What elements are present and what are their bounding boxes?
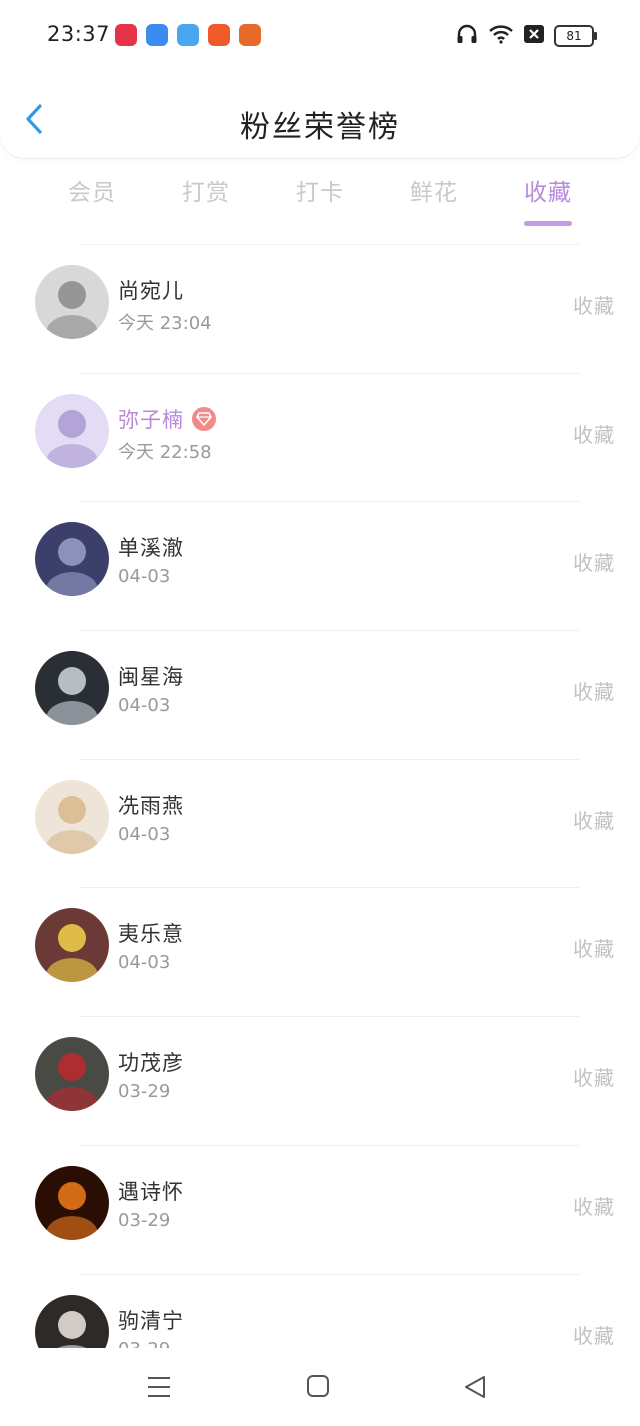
action-label: 收藏 [573,294,615,318]
action-label: 收藏 [573,937,615,962]
list-item[interactable]: 闽星海 04-03 收藏 [35,630,614,759]
action-label: 收藏 [573,1323,615,1348]
user-name-text: 单溪澈 [118,536,184,561]
tab-4[interactable]: 收藏 [491,170,605,220]
timestamp: 04-03 [118,823,171,845]
timestamp: 今天 23:04 [118,313,212,334]
status-bar: 23:37 81 [0,0,640,72]
list-item[interactable]: 夷乐意 04-03 收藏 [35,887,614,1016]
app-icon-video [208,24,230,46]
timestamp: 今天 22:58 [118,441,212,463]
user-name-text: 夷乐意 [118,922,184,947]
app-icon-blue-feather [146,24,168,46]
avatar[interactable] [35,265,109,339]
list-item[interactable]: 遇诗怀 03-29 收藏 [35,1144,614,1274]
top-app-bar: 粉丝荣誉榜 [0,72,640,158]
notification-app-icons [115,24,261,46]
avatar[interactable] [35,1165,109,1240]
status-time: 23:37 [47,22,111,46]
timestamp: 03-29 [118,1081,171,1103]
home-square-icon [307,1375,329,1397]
action-label: 收藏 [573,551,615,576]
user-name: 单溪澈 [118,532,184,562]
user-name-text: 闽星海 [118,665,184,690]
no-sim-icon [524,25,544,47]
user-name-text: 冼雨燕 [118,793,184,818]
user-name-text: 尚宛儿 [118,279,184,303]
headphones-icon [456,24,478,48]
app-icon-weather [177,24,199,46]
user-name: 夷乐意 [118,918,184,948]
list-item[interactable]: 尚宛儿今天 23:04 收藏 [35,244,614,373]
action-label: 收藏 [573,422,615,447]
user-name: 驹清宁 [118,1305,184,1335]
user-name: 遇诗怀 [118,1176,184,1206]
back-nav-button[interactable] [462,1374,488,1404]
menu-button[interactable] [146,1374,172,1404]
tab-0[interactable]: 会员 [35,170,149,220]
timestamp: 04-03 [118,566,171,588]
user-name: 尚宛儿 [118,275,184,305]
tab-3[interactable]: 鲜花 [377,170,491,220]
list-item[interactable]: 功茂彦 03-29 收藏 [35,1016,614,1145]
action-label: 收藏 [573,680,615,705]
timestamp: 03-29 [118,1209,171,1231]
diamond-vip-icon [192,406,216,431]
avatar[interactable] [35,908,109,983]
system-navigation-bar [0,1348,640,1426]
avatar[interactable] [35,522,109,597]
avatar[interactable] [35,1037,109,1112]
user-name-text: 弥子楠 [118,407,184,432]
list-item[interactable]: 单溪澈 04-03 收藏 [35,501,614,630]
action-label: 收藏 [573,1194,615,1219]
system-icons: 81 [456,24,597,48]
avatar[interactable] [35,393,109,468]
list-item[interactable]: 冼雨燕 04-03 收藏 [35,758,614,888]
app-icon-red [115,24,137,46]
user-name-text: 遇诗怀 [118,1179,184,1204]
wifi-icon [488,24,514,48]
app-icon-pumpkin [239,24,261,46]
triangle-back-icon [465,1376,485,1398]
list-item[interactable]: 弥子楠今天 22:58 收藏 [35,372,614,502]
tab-2[interactable]: 打卡 [263,170,377,220]
user-name-text: 功茂彦 [118,1051,184,1076]
fan-list: 尚宛儿 今天 23:04 收藏 弥子楠 今天 22:58 收藏 单溪澈 04-03 收藏 闽星海 0… [0,244,640,1402]
avatar[interactable] [35,779,109,854]
menu-icon [148,1377,170,1397]
action-label: 收藏 [573,808,615,833]
user-name: 弥子楠 [118,404,216,434]
tab-1[interactable]: 打赏 [149,170,263,220]
user-name: 冼雨燕 [118,790,184,820]
avatar[interactable] [35,651,109,726]
timestamp: 04-03 [118,952,171,974]
page-title: 粉丝荣誉榜 [240,110,400,145]
battery-indicator: 81 [554,25,597,47]
user-name: 功茂彦 [118,1047,184,1077]
tab-bar: 会员 打赏 打卡 鲜花 收藏 [35,170,605,230]
action-label: 收藏 [573,1066,615,1091]
user-name-text: 驹清宁 [118,1308,184,1333]
home-button[interactable] [306,1374,330,1402]
timestamp: 04-03 [118,695,171,717]
user-name: 闽星海 [118,661,184,691]
